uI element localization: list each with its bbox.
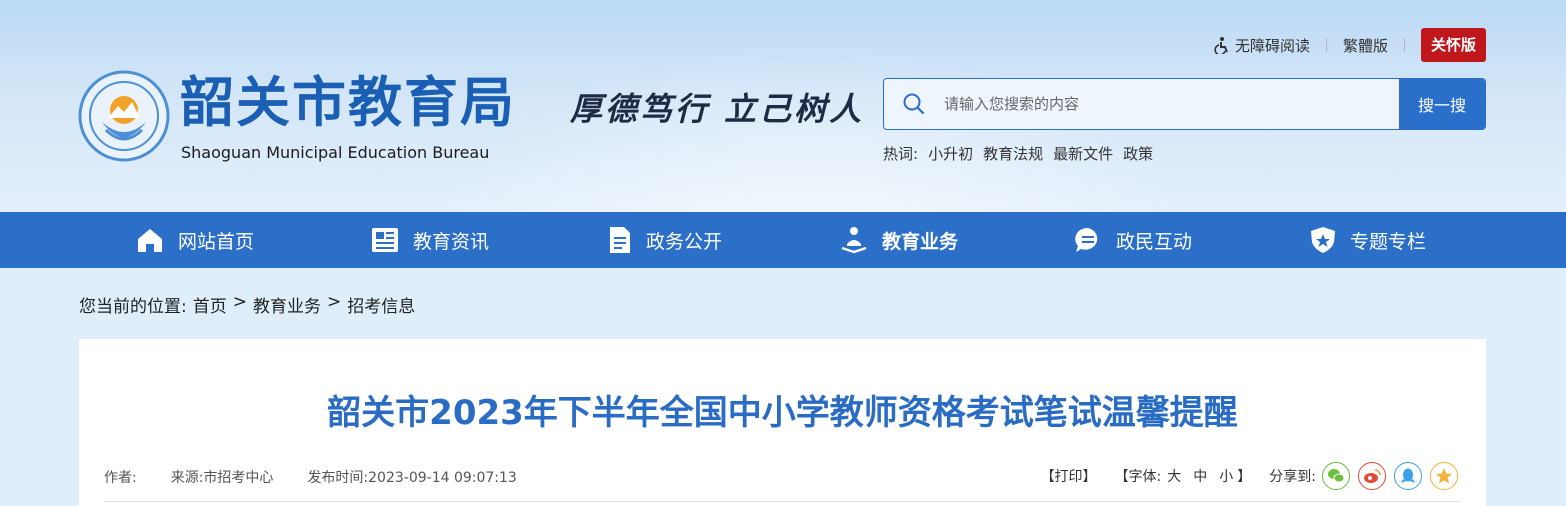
nav-label: 专题专栏 — [1350, 230, 1427, 253]
article-panel: 韶关市2023年下半年全国中小学教师资格考试笔试温馨提醒 作者: 来源:市招考中… — [79, 339, 1486, 506]
font-size-close: 】 — [1237, 469, 1252, 485]
traditional-chinese-link[interactable]: 繁體版 — [1343, 35, 1388, 56]
nav-label: 政民互动 — [1116, 230, 1193, 253]
divider — [104, 501, 1461, 502]
breadcrumb-separator: > — [232, 292, 247, 312]
site-header: 韶关市教育局 Shaoguan Municipal Education Bure… — [0, 0, 1566, 212]
breadcrumb-link[interactable]: 招考信息 — [347, 292, 415, 317]
hotwords: 热词: 小升初 教育法规 最新文件 政策 — [883, 143, 1153, 164]
nav-label: 政务公开 — [646, 230, 723, 253]
article-author: 作者: — [104, 470, 137, 486]
font-large-button[interactable]: 大 — [1167, 466, 1181, 486]
bureau-logo[interactable] — [78, 70, 170, 162]
wechat-icon[interactable] — [1322, 462, 1350, 490]
share-icons — [1322, 462, 1458, 490]
nav-item-home[interactable]: 网站首页 — [136, 212, 254, 268]
education-icon — [841, 227, 867, 254]
accessibility-icon — [1214, 37, 1228, 54]
font-small-button[interactable]: 小 — [1219, 466, 1233, 486]
chat-icon — [1075, 227, 1098, 252]
main-nav: 网站首页 教育资讯 政务公开 教育业务 政民互动 专题专栏 — [0, 212, 1566, 268]
article-tools: 【打印】 【字体: 大 中 小 】 分享到: — [1041, 461, 1458, 491]
breadcrumb: 您当前的位置: 首页 > 教育业务 > 招考信息 — [79, 292, 415, 317]
share-label: 分享到: — [1269, 469, 1316, 485]
search-button[interactable]: 搜一搜 — [1399, 79, 1485, 129]
breadcrumb-link[interactable]: 首页 — [193, 292, 227, 317]
top-toolbar: 无障碍阅读 繁體版 关怀版 — [1213, 28, 1486, 62]
slogan: 厚德笃行 立己树人 — [570, 90, 865, 128]
accessibility-label: 无障碍阅读 — [1234, 36, 1310, 55]
care-mode-button[interactable]: 关怀版 — [1420, 28, 1486, 62]
article-title: 韶关市2023年下半年全国中小学教师资格考试笔试温馨提醒 — [327, 393, 1238, 433]
nav-label: 教育业务 — [882, 230, 959, 253]
article-published: 发布时间:2023-09-14 09:07:13 — [307, 470, 517, 486]
shield-star-icon — [1311, 227, 1335, 253]
breadcrumb-prefix: 您当前的位置: — [79, 297, 187, 317]
hotwords-label: 热词: — [883, 145, 919, 163]
site-title[interactable]: 韶关市教育局 — [180, 70, 516, 134]
nav-item-education[interactable]: 教育业务 — [840, 212, 958, 268]
weibo-icon[interactable] — [1358, 462, 1386, 490]
breadcrumb-link[interactable]: 教育业务 — [253, 292, 321, 317]
qzone-icon[interactable] — [1430, 462, 1458, 490]
newspaper-icon — [372, 228, 398, 252]
nav-label: 教育资讯 — [413, 230, 490, 253]
hotword-link[interactable]: 小升初 — [928, 143, 973, 164]
home-icon — [138, 229, 162, 252]
hotword-link[interactable]: 教育法规 — [983, 143, 1043, 164]
article-meta: 作者: 来源:市招考中心 发布时间:2023-09-14 09:07:13 — [104, 467, 551, 487]
article-source: 来源:市招考中心 — [170, 470, 274, 486]
nav-item-interaction[interactable]: 政民互动 — [1074, 212, 1192, 268]
divider — [1325, 38, 1327, 52]
nav-label: 网站首页 — [178, 230, 255, 253]
qq-icon[interactable] — [1394, 462, 1422, 490]
search-input[interactable] — [944, 79, 1399, 129]
hotword-link[interactable]: 最新文件 — [1053, 143, 1113, 164]
nav-item-special[interactable]: 专题专栏 — [1310, 212, 1426, 268]
accessibility-link[interactable]: 无障碍阅读 — [1213, 35, 1310, 56]
font-size-label: 【字体: — [1114, 469, 1162, 485]
breadcrumb-separator: > — [326, 292, 342, 312]
print-button[interactable]: 【打印】 — [1041, 466, 1097, 486]
document-icon — [610, 227, 630, 253]
nav-item-government[interactable]: 政务公开 — [608, 212, 722, 268]
hotword-link[interactable]: 政策 — [1123, 143, 1153, 164]
search-box: 搜一搜 — [883, 78, 1486, 130]
search-icon — [884, 79, 944, 129]
nav-item-news[interactable]: 教育资讯 — [371, 212, 489, 268]
site-subtitle: Shaoguan Municipal Education Bureau — [181, 143, 490, 162]
divider — [1403, 38, 1405, 52]
font-medium-button[interactable]: 中 — [1193, 466, 1207, 486]
